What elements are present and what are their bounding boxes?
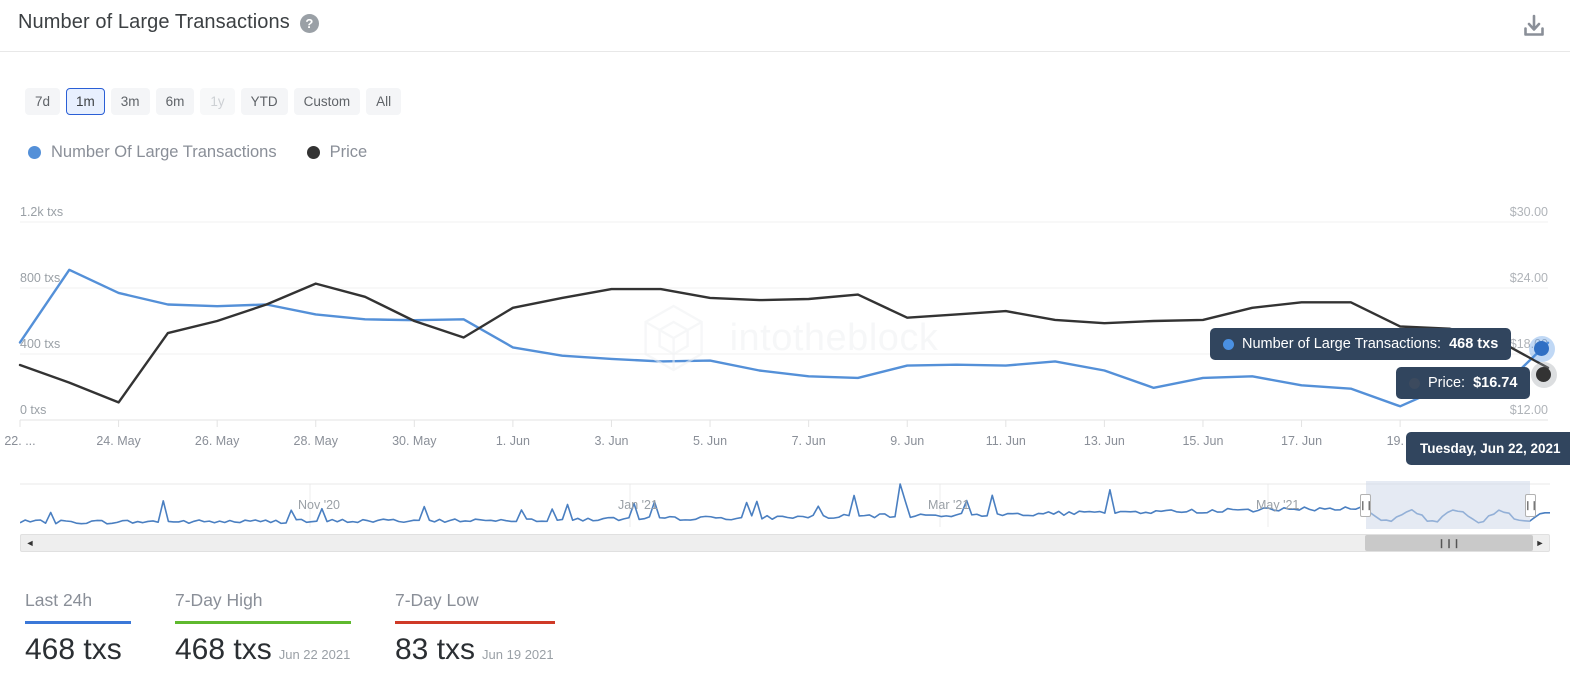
svg-text:13. Jun: 13. Jun	[1084, 434, 1125, 448]
navigator-label-jan21: Jan '21	[618, 498, 658, 512]
chart-page: Number of Large Transactions ? 7d 1m 3m …	[0, 0, 1570, 698]
tooltip-price: Price: $16.74	[1396, 367, 1530, 399]
navigator-plot[interactable]	[20, 481, 1550, 531]
stat-value: 83 txs	[395, 633, 475, 667]
range-button-7d[interactable]: 7d	[25, 88, 60, 115]
range-button-6m[interactable]: 6m	[156, 88, 195, 115]
stat-rule	[25, 621, 131, 624]
navigator-scrollbar[interactable]: ◄ ❙❙❙ ►	[20, 534, 1550, 552]
navigator-label-nov20: Nov '20	[298, 498, 340, 512]
legend-item-price[interactable]: Price	[307, 143, 368, 162]
range-button-3m[interactable]: 3m	[111, 88, 150, 115]
range-button-1y: 1y	[200, 88, 234, 115]
tooltip-dot-transactions-icon	[1223, 339, 1234, 350]
svg-text:5. Jun: 5. Jun	[693, 434, 727, 448]
svg-text:22. ...: 22. ...	[4, 434, 35, 448]
tooltip-date-text: Tuesday, Jun 22, 2021	[1420, 441, 1561, 456]
svg-text:3. Jun: 3. Jun	[594, 434, 628, 448]
stat-date: Jun 22 2021	[279, 647, 351, 662]
page-title: Number of Large Transactions	[18, 11, 290, 34]
stat-last-24h: Last 24h 468 txs	[25, 590, 131, 667]
svg-text:1.2k txs: 1.2k txs	[20, 205, 63, 219]
chart-legend: Number Of Large Transactions Price	[28, 143, 367, 162]
navigator-selection-mask[interactable]	[1366, 481, 1530, 529]
scroll-left-arrow-icon[interactable]: ◄	[21, 535, 39, 551]
svg-text:24. May: 24. May	[96, 434, 141, 448]
svg-text:17. Jun: 17. Jun	[1281, 434, 1322, 448]
range-selector: 7d 1m 3m 6m 1y YTD Custom All	[25, 88, 401, 115]
question-mark-icon[interactable]: ?	[300, 14, 319, 33]
series-marker	[1534, 341, 1549, 356]
range-button-1m[interactable]: 1m	[66, 88, 105, 115]
price-marker	[1536, 367, 1551, 382]
svg-text:7. Jun: 7. Jun	[792, 434, 826, 448]
svg-text:26. May: 26. May	[195, 434, 240, 448]
svg-text:30. May: 30. May	[392, 434, 437, 448]
svg-text:9. Jun: 9. Jun	[890, 434, 924, 448]
range-button-all[interactable]: All	[366, 88, 401, 115]
stat-rule	[175, 621, 351, 624]
stat-label: Last 24h	[25, 590, 131, 611]
stat-date: Jun 19 2021	[482, 647, 554, 662]
svg-text:$12.00: $12.00	[1510, 403, 1548, 417]
tooltip-price-label: Price:	[1428, 375, 1465, 391]
tooltip-transactions-label: Number of Large Transactions:	[1242, 336, 1441, 352]
legend-label-transactions: Number Of Large Transactions	[51, 143, 277, 162]
navigator-label-mar21: Mar '21	[928, 498, 969, 512]
scroll-right-arrow-icon[interactable]: ►	[1531, 535, 1549, 551]
svg-text:11. Jun: 11. Jun	[986, 434, 1026, 448]
svg-text:800 txs: 800 txs	[20, 271, 60, 285]
svg-text:1. Jun: 1. Jun	[496, 434, 530, 448]
tooltip-transactions: Number of Large Transactions: 468 txs	[1210, 328, 1511, 360]
stat-label: 7-Day Low	[395, 590, 555, 611]
range-button-custom[interactable]: Custom	[294, 88, 361, 115]
stats-row: Last 24h 468 txs 7-Day High 468 txs Jun …	[25, 590, 599, 667]
chart-header: Number of Large Transactions ?	[0, 0, 1570, 52]
range-button-ytd[interactable]: YTD	[241, 88, 288, 115]
stat-rule	[395, 621, 555, 624]
svg-text:15. Jun: 15. Jun	[1182, 434, 1223, 448]
svg-text:0 txs: 0 txs	[20, 403, 46, 417]
stat-7-day-low: 7-Day Low 83 txs Jun 19 2021	[395, 590, 555, 667]
svg-text:$24.00: $24.00	[1510, 271, 1548, 285]
tooltip-price-value: $16.74	[1473, 375, 1517, 391]
tooltip-dot-price-icon	[1409, 378, 1420, 389]
legend-item-transactions[interactable]: Number Of Large Transactions	[28, 143, 277, 162]
legend-dot-transactions-icon	[28, 146, 41, 159]
chart-navigator[interactable]: Nov '20 Jan '21 Mar '21 May '21 ❙❙ ❙❙ ◄ …	[20, 481, 1550, 537]
navigator-handle-right[interactable]: ❙❙	[1525, 494, 1536, 517]
download-icon[interactable]	[1520, 12, 1548, 40]
svg-text:28. May: 28. May	[294, 434, 339, 448]
stat-value: 468 txs	[25, 633, 122, 667]
legend-label-price: Price	[330, 143, 368, 162]
svg-text:$30.00: $30.00	[1510, 205, 1548, 219]
tooltip-date: Tuesday, Jun 22, 2021	[1406, 432, 1570, 465]
legend-dot-price-icon	[307, 146, 320, 159]
navigator-handle-left[interactable]: ❙❙	[1360, 494, 1371, 517]
navigator-label-may21: May '21	[1256, 498, 1299, 512]
svg-text:400 txs: 400 txs	[20, 337, 60, 351]
scrollbar-thumb[interactable]: ❙❙❙	[1365, 535, 1533, 551]
stat-value: 468 txs	[175, 633, 272, 667]
stat-7-day-high: 7-Day High 468 txs Jun 22 2021	[175, 590, 351, 667]
stat-label: 7-Day High	[175, 590, 351, 611]
tooltip-transactions-value: 468 txs	[1449, 336, 1498, 352]
scrollbar-track[interactable]: ❙❙❙	[39, 535, 1531, 551]
title-group: Number of Large Transactions ?	[18, 11, 319, 34]
